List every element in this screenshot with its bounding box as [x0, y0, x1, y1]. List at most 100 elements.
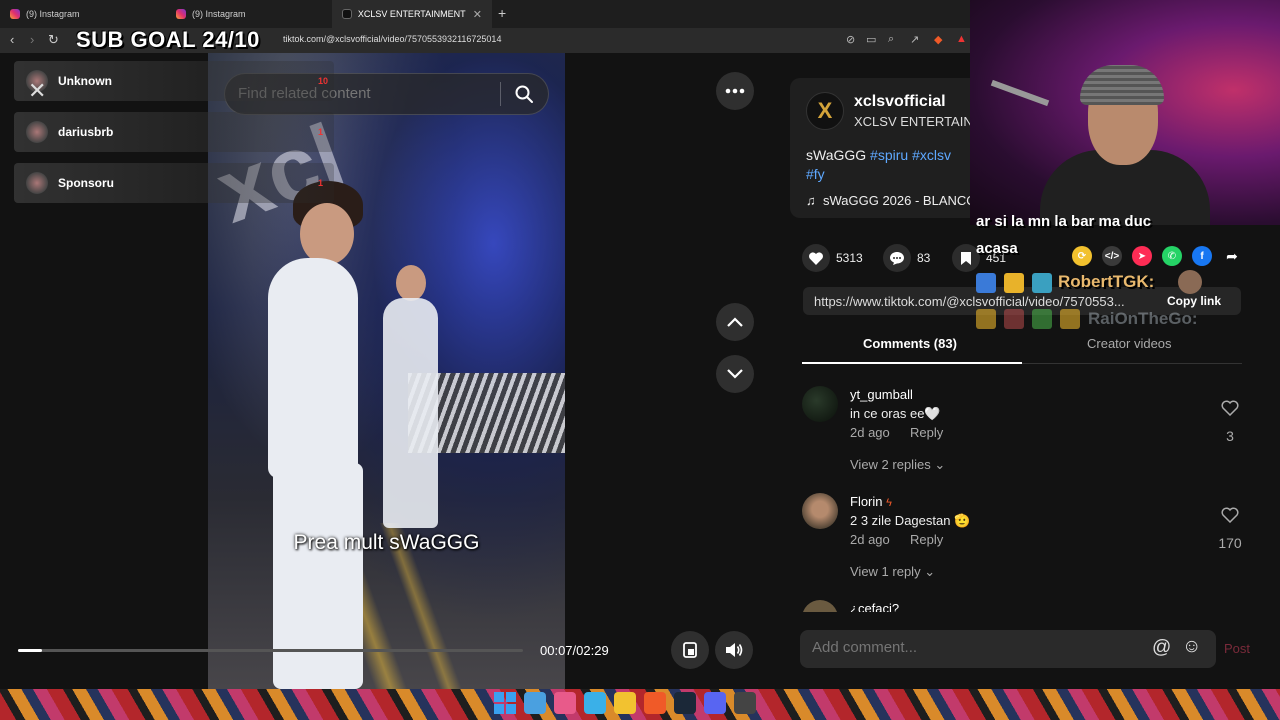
app-icon[interactable]: [554, 692, 576, 714]
chevron-down-icon: ⌄: [924, 564, 936, 579]
comment-username[interactable]: ¿cefaci?: [850, 601, 899, 612]
browser-tab[interactable]: (9) Instagram: [166, 0, 332, 28]
alert-name: Sponsoru: [58, 176, 114, 190]
comment-count: 83: [917, 251, 931, 265]
more-options-button[interactable]: [716, 72, 754, 110]
previous-video-button[interactable]: [716, 303, 754, 341]
chevron-up-icon: [727, 317, 743, 327]
avatar[interactable]: [802, 600, 838, 612]
share-arrow-icon[interactable]: ➦: [1222, 246, 1242, 266]
comment-date: 2d ago: [850, 425, 890, 440]
tab-creator-videos[interactable]: Creator videos: [1087, 336, 1172, 351]
brave-icon[interactable]: [644, 692, 666, 714]
view-replies-button[interactable]: View 2 replies ⌄: [850, 457, 945, 473]
search-divider: [500, 82, 501, 106]
pip-button[interactable]: [671, 631, 709, 669]
close-tab-icon[interactable]: ✕: [473, 8, 482, 21]
avatar[interactable]: X: [806, 92, 844, 130]
new-tab-icon[interactable]: +: [498, 5, 506, 21]
badge-icon: [1060, 309, 1080, 329]
author-display-name: XCLSV ENTERTAINMENT: [854, 114, 970, 129]
rewards-icon[interactable]: ▲: [956, 33, 967, 45]
cast-icon[interactable]: ▭: [866, 33, 876, 46]
music-link[interactable]: ♫ sWaGGG 2026 - BLANCO: [806, 193, 970, 208]
mention-icon[interactable]: @: [1152, 637, 1171, 659]
volume-icon: [726, 643, 743, 657]
comment-username[interactable]: yt_gumball: [850, 387, 913, 402]
video-caption: Prea mult sWaGGG: [293, 531, 480, 554]
send-icon[interactable]: ➤: [1132, 246, 1152, 266]
comment-button[interactable]: 83: [883, 244, 930, 272]
comment-username[interactable]: Florin ϟ: [850, 494, 892, 509]
hashtag-link[interactable]: #fy: [806, 166, 825, 182]
hashtag-link[interactable]: #xclsv: [912, 147, 951, 163]
next-video-button[interactable]: [716, 355, 754, 393]
translate-icon[interactable]: ⊘: [846, 33, 855, 46]
folder-icon[interactable]: [614, 692, 636, 714]
volume-button[interactable]: [715, 631, 753, 669]
tab-title: (9) Instagram: [26, 9, 80, 19]
reload-icon[interactable]: ↻: [48, 32, 59, 48]
discord-icon[interactable]: [704, 692, 726, 714]
avatar[interactable]: [802, 493, 838, 529]
brave-icon[interactable]: ◆: [934, 33, 942, 46]
instagram-icon: [176, 9, 186, 19]
hashtag-link[interactable]: #spiru: [870, 147, 908, 163]
chat-message: acasa: [976, 240, 1018, 257]
webcam-overlay: [970, 0, 1280, 225]
person-body: [383, 298, 438, 528]
close-icon[interactable]: ✕: [28, 78, 46, 104]
share-link-text[interactable]: https://www.tiktok.com/@xclsvofficial/vi…: [814, 294, 1154, 309]
whatsapp-icon[interactable]: ✆: [1162, 246, 1182, 266]
chevron-down-icon: ⌄: [934, 457, 946, 472]
zoom-icon[interactable]: ⌕: [888, 33, 894, 46]
progress-bar[interactable]: [18, 649, 523, 652]
url-field[interactable]: tiktok.com/@xclsvofficial/video/75705539…: [283, 34, 501, 44]
hammer-badge-icon: [976, 273, 996, 293]
badge-icon: [1004, 309, 1024, 329]
microphone-arm: [990, 79, 1050, 107]
comment-item: yt_gumball in ce oras ee🤍 2d ago Reply 3…: [802, 386, 1242, 486]
share-icon[interactable]: ↗: [910, 33, 919, 46]
app-icon[interactable]: [524, 692, 546, 714]
chat-message: ar si la mn la bar ma duc: [976, 213, 1152, 230]
author-handle[interactable]: xclsvofficial: [854, 93, 946, 111]
post-button[interactable]: Post: [1224, 641, 1250, 656]
view-replies-label: View 2 replies: [850, 457, 931, 472]
heart-outline-icon[interactable]: [1218, 400, 1242, 421]
repost-icon[interactable]: ⟳: [1072, 246, 1092, 266]
comment-input[interactable]: [812, 639, 1132, 656]
alert-count: 1: [318, 127, 324, 137]
steam-icon[interactable]: [674, 692, 696, 714]
like-button[interactable]: 5313: [802, 244, 863, 272]
browser-tab-active[interactable]: XCLSV ENTERTAINMENT (@x ✕: [332, 0, 492, 28]
embed-icon[interactable]: </>: [1102, 246, 1122, 266]
windows-start-icon[interactable]: [494, 692, 516, 714]
search-icon[interactable]: [514, 84, 534, 104]
tab-title: (9) Instagram: [192, 9, 246, 19]
comment-username-text: Florin: [850, 494, 883, 509]
browser-tab[interactable]: (9) Instagram: [0, 0, 166, 28]
avatar[interactable]: [802, 386, 838, 422]
person-head: [396, 265, 426, 301]
chat-username: RaiOnTheGo:: [1088, 309, 1198, 328]
app-icon[interactable]: [734, 692, 756, 714]
tab-comments[interactable]: Comments (83): [863, 336, 957, 351]
back-icon[interactable]: ‹: [10, 32, 14, 47]
alert-item: Unknown 10: [14, 61, 334, 101]
heart-outline-icon[interactable]: [1218, 507, 1242, 528]
facebook-icon[interactable]: f: [1192, 246, 1212, 266]
comment-date: 2d ago: [850, 532, 890, 547]
emoji-icon[interactable]: ☺: [1182, 636, 1201, 658]
copy-link-button[interactable]: Copy link: [1167, 294, 1221, 308]
view-replies-button[interactable]: View 1 reply ⌄: [850, 564, 935, 580]
edge-icon[interactable]: [584, 692, 606, 714]
person-legs: [273, 463, 363, 689]
active-tab-indicator: [802, 362, 1022, 364]
reply-button[interactable]: Reply: [910, 425, 943, 440]
forward-icon[interactable]: ›: [30, 32, 34, 47]
robot-badge-icon: [1032, 273, 1052, 293]
reply-button[interactable]: Reply: [910, 532, 943, 547]
alert-item: dariusbrb 1: [14, 112, 334, 152]
alert-count: 10: [318, 76, 329, 86]
